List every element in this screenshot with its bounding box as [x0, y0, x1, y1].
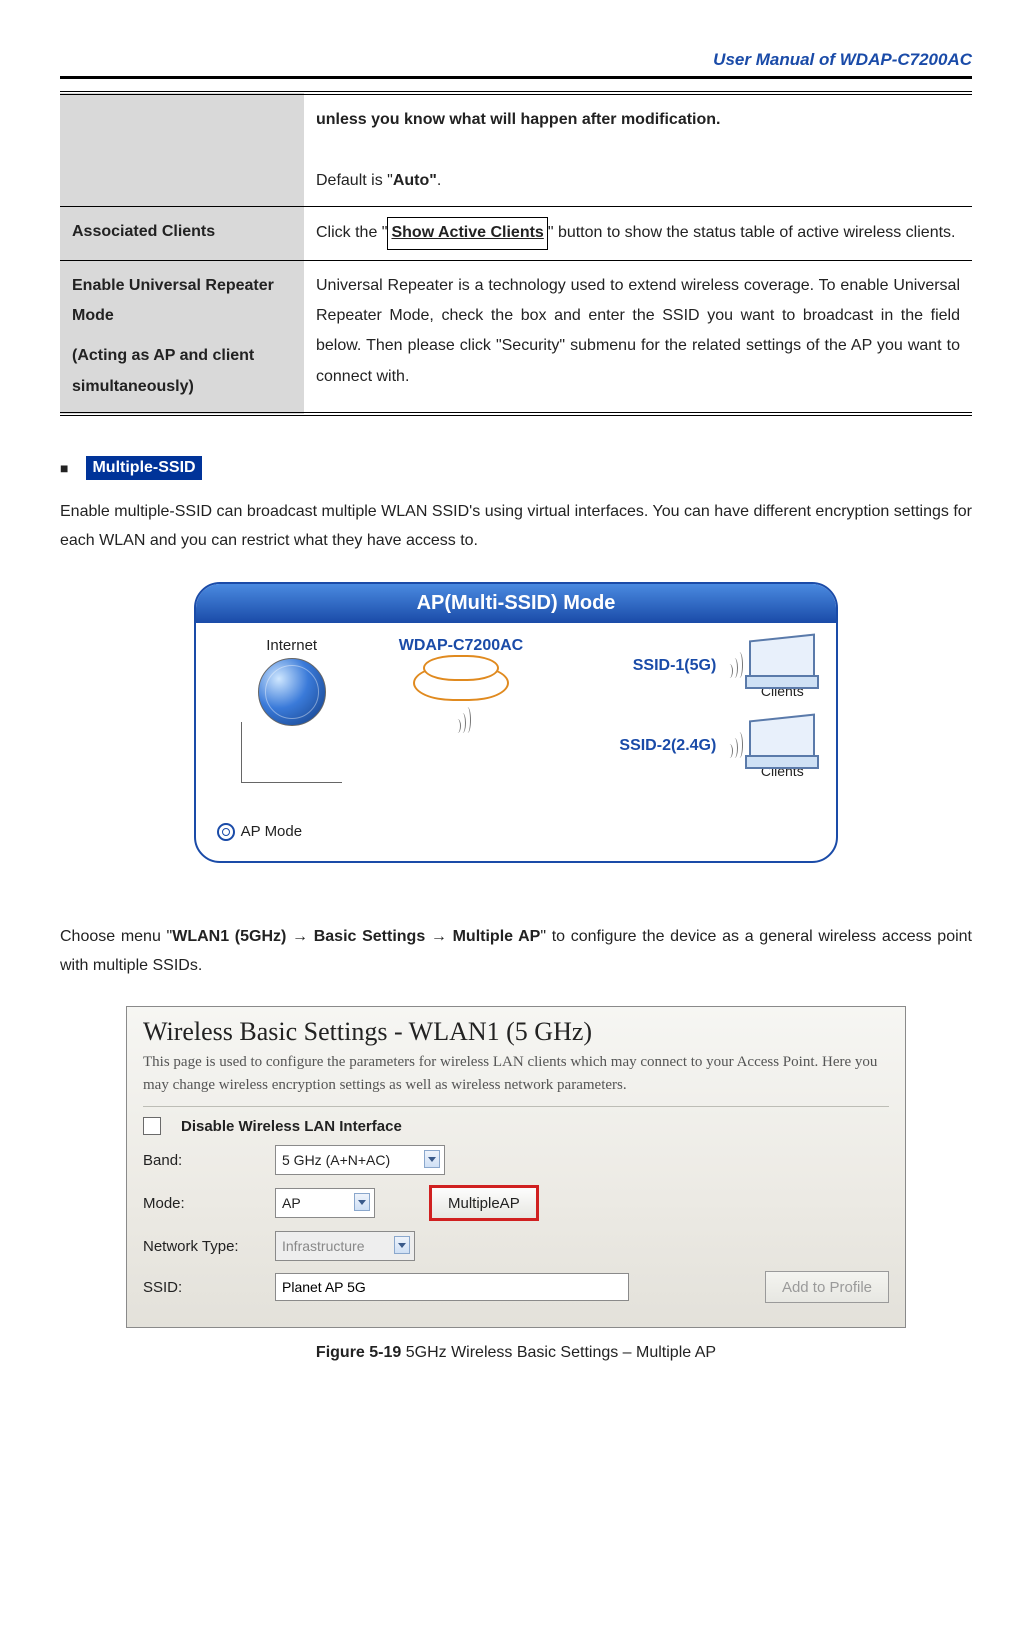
figure-caption: Figure 5-19 5GHz Wireless Basic Settings… — [60, 1344, 972, 1362]
globe-icon — [258, 658, 326, 726]
disable-wlan-checkbox[interactable] — [143, 1117, 161, 1135]
ap-mode-row: AP Mode — [217, 823, 367, 841]
row3-subtitle: (Acting as AP and client simultaneously) — [72, 341, 292, 402]
wifi-waves-icon — [728, 652, 743, 683]
default-value: Auto" — [393, 172, 437, 189]
cell-left: Enable Universal Repeater Mode (Acting a… — [60, 260, 304, 414]
table-row: Enable Universal Repeater Mode (Acting a… — [60, 260, 972, 414]
warning-text: unless you know what will happen after m… — [316, 111, 721, 128]
text-pre: Click the " — [316, 224, 387, 241]
parameter-table: unless you know what will happen after m… — [60, 91, 972, 416]
network-type-select: Infrastructure — [275, 1231, 415, 1261]
laptop-icon — [749, 713, 815, 764]
section-badge: Multiple-SSID — [86, 456, 201, 480]
add-to-profile-button: Add to Profile — [765, 1271, 889, 1303]
settings-screenshot: Wireless Basic Settings - WLAN1 (5 GHz) … — [126, 1006, 906, 1328]
ssid-label: SSID: — [143, 1279, 263, 1296]
figure-number: Figure 5-19 — [316, 1344, 401, 1361]
section-intro: Enable multiple-SSID can broadcast multi… — [60, 498, 972, 556]
table-row: unless you know what will happen after m… — [60, 93, 972, 207]
text-pre: Choose menu " — [60, 928, 172, 945]
cell-right: unless you know what will happen after m… — [304, 93, 972, 207]
band-select[interactable]: 5 GHz (A+N+AC) — [275, 1145, 445, 1175]
square-bullet-icon: ■ — [60, 460, 68, 476]
cell-left — [60, 93, 304, 207]
menu-path: WLAN1 (5GHz) → Basic Settings → Multiple… — [172, 928, 540, 945]
mode-select[interactable]: AP — [275, 1188, 375, 1218]
panel-description: This page is used to configure the param… — [143, 1051, 889, 1107]
wifi-waves-icon — [728, 732, 743, 763]
ssid2-label: SSID-2(2.4G) — [619, 737, 716, 755]
default-pre: Default is " — [316, 172, 393, 189]
figure-text: 5GHz Wireless Basic Settings – Multiple … — [401, 1344, 716, 1361]
cell-right: Universal Repeater is a technology used … — [304, 260, 972, 414]
diagram-title: AP(Multi-SSID) Mode — [196, 584, 836, 623]
multi-ssid-diagram: AP(Multi-SSID) Mode Internet AP Mode WDA… — [194, 582, 838, 863]
multiple-ap-button[interactable]: MultipleAP — [429, 1185, 539, 1221]
table-row: Associated Clients Click the "Show Activ… — [60, 207, 972, 260]
wifi-waves-icon — [456, 707, 471, 738]
header-rule — [60, 76, 972, 79]
band-label: Band: — [143, 1152, 263, 1169]
menu-path-text: Choose menu "WLAN1 (5GHz) → Basic Settin… — [60, 923, 972, 981]
cell-left: Associated Clients — [60, 207, 304, 260]
ssid-input[interactable] — [275, 1273, 629, 1301]
ring-icon — [217, 823, 235, 841]
text-post: " button to show the status table of act… — [548, 224, 956, 241]
row3-title: Enable Universal Repeater Mode — [72, 271, 292, 332]
ap-device-icon — [413, 665, 509, 701]
mode-label: Mode: — [143, 1195, 263, 1212]
show-active-clients-button[interactable]: Show Active Clients — [387, 217, 547, 249]
laptop-icon — [749, 633, 815, 684]
cell-right: Click the "Show Active Clients" button t… — [304, 207, 972, 260]
network-type-label: Network Type: — [143, 1238, 263, 1255]
disable-wlan-label: Disable Wireless LAN Interface — [181, 1118, 402, 1135]
panel-title: Wireless Basic Settings - WLAN1 (5 GHz) — [143, 1017, 889, 1047]
section-heading: ■ Multiple-SSID — [60, 456, 972, 480]
ap-mode-label: AP Mode — [241, 823, 302, 840]
device-label: WDAP-C7200AC — [376, 637, 546, 655]
doc-header: User Manual of WDAP-C7200AC — [60, 50, 972, 70]
link-line-icon — [241, 722, 342, 783]
default-post: . — [437, 172, 441, 189]
internet-label: Internet — [217, 637, 367, 654]
ssid1-label: SSID-1(5G) — [633, 657, 717, 675]
